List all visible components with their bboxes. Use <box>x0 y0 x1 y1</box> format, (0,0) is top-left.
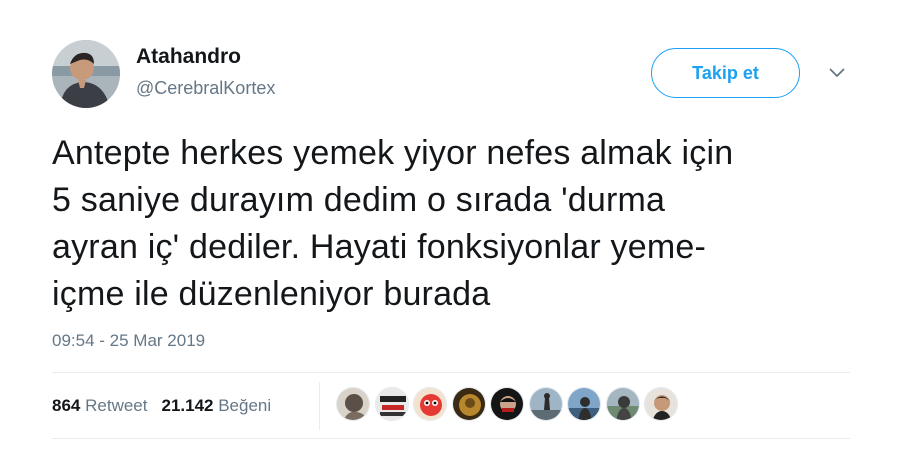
liker-avatar[interactable] <box>605 387 640 421</box>
liker-avatar[interactable] <box>528 387 563 421</box>
liker-avatar[interactable] <box>490 387 524 421</box>
divider <box>52 372 850 373</box>
display-name[interactable]: Atahandro <box>136 44 275 70</box>
liker-avatar[interactable] <box>374 387 409 421</box>
retweet-stat[interactable]: 864 Retweet <box>52 396 147 415</box>
like-stat[interactable]: 21.142 Beğeni <box>161 396 271 415</box>
tweet-timestamp[interactable]: 09:54 - 25 Mar 2019 <box>52 331 205 351</box>
tweet-text-line: Antepte herkes yemek yiyor nefes almak i… <box>52 134 734 172</box>
tweet-text-line: içme ile düzenleniyor burada <box>52 275 491 313</box>
liker-avatar[interactable] <box>567 387 601 421</box>
liker-avatar[interactable] <box>336 387 370 421</box>
tweet-text-line: ayran iç' dediler. Hayati fonksiyonlar y… <box>52 228 707 266</box>
avatar-image <box>52 40 120 108</box>
chevron-down-icon[interactable] <box>826 65 848 81</box>
tweet-text: Antepte herkes yemek yiyor nefes almak i… <box>52 130 852 318</box>
tweet-stats: 864 Retweet 21.142 Beğeni <box>52 396 271 416</box>
tweet-text-line: 5 saniye durayım dedim o sırada 'durma <box>52 181 666 219</box>
liker-avatar[interactable] <box>644 387 678 421</box>
user-info: Atahandro @CerebralKortex <box>136 44 275 100</box>
liker-avatars <box>336 387 683 421</box>
divider <box>52 438 850 439</box>
user-handle[interactable]: @CerebralKortex <box>136 76 275 100</box>
follow-button[interactable]: Takip et <box>651 48 800 98</box>
like-label: Beğeni <box>218 396 272 415</box>
liker-avatar[interactable] <box>451 387 486 421</box>
like-count: 21.142 <box>161 396 214 415</box>
retweet-count: 864 <box>52 396 81 415</box>
tweet-card: Atahandro @CerebralKortex Takip et Antep… <box>0 0 900 452</box>
liker-avatar[interactable] <box>413 387 447 421</box>
retweet-label: Retweet <box>85 396 148 415</box>
avatar[interactable] <box>52 40 120 108</box>
stats-separator <box>319 382 320 430</box>
